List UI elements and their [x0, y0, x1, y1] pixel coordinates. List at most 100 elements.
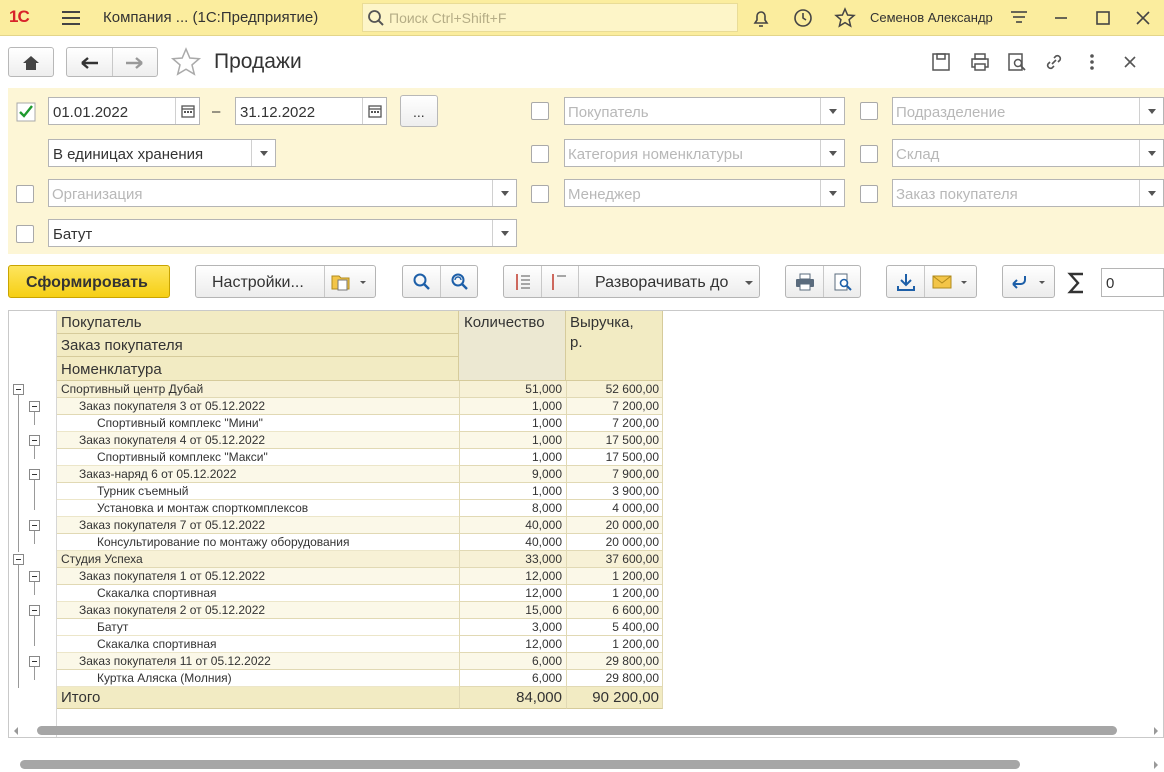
more-vertical-icon[interactable] — [1087, 51, 1097, 73]
table-row[interactable]: Спортивный комплекс "Мини" 1,000 7 200,00 — [57, 415, 663, 432]
scroll-left-icon[interactable] — [12, 726, 20, 736]
collapse-toggle-icon[interactable] — [29, 656, 40, 667]
calendar-icon[interactable] — [362, 98, 386, 124]
table-row[interactable]: Заказ покупателя 3 от 05.12.2022 1,000 7 2… — [57, 398, 663, 415]
dropdown-arrow-icon[interactable] — [1139, 180, 1163, 206]
print-report-icon[interactable] — [794, 272, 816, 292]
dropdown-arrow-icon[interactable] — [492, 220, 516, 246]
variants-folder-icon[interactable] — [330, 272, 370, 292]
chevron-down-icon[interactable] — [744, 280, 754, 286]
dropdown-arrow-icon[interactable] — [1139, 98, 1163, 124]
find-icon[interactable] — [412, 272, 432, 292]
table-row[interactable]: Скакалка спортивная 12,000 1 200,00 — [57, 636, 663, 653]
print-preview-icon[interactable] — [832, 272, 854, 292]
collapse-toggle-icon[interactable] — [29, 571, 40, 582]
table-row[interactable]: Заказ покупателя 1 от 05.12.2022 12,000 1 … — [57, 568, 663, 585]
favorite-star-icon[interactable] — [170, 47, 202, 77]
product-field[interactable]: Батут — [48, 219, 517, 247]
order-checkbox[interactable] — [860, 185, 878, 203]
action-button[interactable] — [1002, 265, 1055, 298]
table-row[interactable]: Заказ покупателя 11 от 05.12.2022 6,000 29… — [57, 653, 663, 670]
minimize-icon[interactable] — [1050, 7, 1072, 29]
star-icon[interactable] — [834, 7, 856, 29]
table-row[interactable]: Заказ покупателя 2 от 05.12.2022 15,000 6 … — [57, 602, 663, 619]
form-horizontal-scrollbar[interactable] — [20, 760, 1020, 769]
save-icon[interactable] — [930, 51, 952, 73]
table-row[interactable]: Заказ покупателя 4 от 05.12.2022 1,000 17 … — [57, 432, 663, 449]
date-to-field[interactable]: 31.12.2022 — [235, 97, 387, 125]
collapse-toggle-icon[interactable] — [29, 401, 40, 412]
expand-to-button[interactable]: Разворачивать до — [595, 274, 728, 292]
history-icon[interactable] — [792, 7, 814, 29]
user-name[interactable]: Семенов Александр — [870, 10, 993, 25]
report-horizontal-scrollbar[interactable] — [37, 726, 1117, 735]
period-choice-button[interactable]: ... — [400, 95, 438, 127]
bell-icon[interactable] — [750, 7, 772, 29]
collapse-groups-icon[interactable] — [513, 272, 533, 292]
table-row[interactable]: Спортивный центр Дубай 51,000 52 600,00 — [57, 381, 663, 398]
dropdown-arrow-icon[interactable] — [820, 180, 844, 206]
email-icon[interactable] — [931, 272, 975, 292]
back-icon[interactable] — [80, 56, 100, 70]
table-row[interactable]: Студия Успеха 33,000 37 600,00 — [57, 551, 663, 568]
table-row[interactable]: Куртка Аляска (Молния) 6,000 29 800,00 — [57, 670, 663, 687]
collapse-toggle-icon[interactable] — [29, 605, 40, 616]
dropdown-arrow-icon[interactable] — [1139, 140, 1163, 166]
generate-button[interactable]: Сформировать — [8, 265, 170, 298]
organization-checkbox[interactable] — [16, 185, 34, 203]
manager-checkbox[interactable] — [531, 185, 549, 203]
close-form-icon[interactable] — [1123, 55, 1137, 69]
collapse-toggle-icon[interactable] — [29, 469, 40, 480]
forward-icon[interactable] — [124, 56, 144, 70]
table-row[interactable]: Батут 3,000 5 400,00 — [57, 619, 663, 636]
link-icon[interactable] — [1043, 51, 1065, 73]
organization-field[interactable]: Организация — [48, 179, 517, 207]
sum-value-field[interactable]: 0 — [1101, 268, 1164, 297]
table-row[interactable]: Турник съемный 1,000 3 900,00 — [57, 483, 663, 500]
units-select[interactable]: В единицах хранения — [48, 139, 276, 167]
table-row[interactable]: Установка и монтаж спорткомплексов 8,000 4… — [57, 500, 663, 517]
division-checkbox[interactable] — [860, 102, 878, 120]
close-window-icon[interactable] — [1132, 7, 1154, 29]
global-search-input[interactable]: Поиск Ctrl+Shift+F — [362, 3, 738, 32]
calendar-icon[interactable] — [175, 98, 199, 124]
date-from-field[interactable]: 01.01.2022 — [48, 97, 200, 125]
dropdown-arrow-icon[interactable] — [820, 98, 844, 124]
dropdown-arrow-icon[interactable] — [820, 140, 844, 166]
collapse-toggle-icon[interactable] — [13, 384, 24, 395]
scroll-right-icon[interactable] — [1152, 726, 1160, 736]
maximize-icon[interactable] — [1092, 7, 1114, 29]
table-row[interactable]: Скакалка спортивная 12,000 1 200,00 — [57, 585, 663, 602]
app-logo[interactable]: 1С — [9, 7, 30, 27]
table-row[interactable]: Заказ-наряд 6 от 05.12.2022 9,000 7 900,00 — [57, 466, 663, 483]
collapse-toggle-icon[interactable] — [29, 435, 40, 446]
find-next-icon[interactable] — [450, 272, 470, 292]
product-checkbox[interactable] — [16, 225, 34, 243]
category-field[interactable]: Категория номенклатуры — [564, 139, 845, 167]
table-row[interactable]: Заказ покупателя 7 от 05.12.2022 40,000 20… — [57, 517, 663, 534]
order-field[interactable]: Заказ покупателя — [892, 179, 1164, 207]
buyer-checkbox[interactable] — [531, 102, 549, 120]
preview-icon[interactable] — [1006, 51, 1028, 73]
settings-lines-icon[interactable] — [1008, 7, 1030, 29]
dropdown-arrow-icon[interactable] — [492, 180, 516, 206]
manager-field[interactable]: Менеджер — [564, 179, 845, 207]
menu-icon[interactable] — [62, 11, 80, 25]
table-row[interactable]: Спортивный комплекс "Макси" 1,000 17 500,0… — [57, 449, 663, 466]
collapse-toggle-icon[interactable] — [13, 554, 24, 565]
dropdown-arrow-icon[interactable] — [251, 140, 275, 166]
collapse-toggle-icon[interactable] — [29, 520, 40, 531]
print-icon[interactable] — [969, 51, 991, 73]
division-field[interactable]: Подразделение — [892, 97, 1164, 125]
scroll-right-icon[interactable] — [1152, 760, 1160, 770]
expand-groups-icon[interactable] — [549, 272, 569, 292]
warehouse-checkbox[interactable] — [860, 145, 878, 163]
download-icon[interactable] — [895, 272, 917, 292]
table-row[interactable]: Консультирование по монтажу оборудования… — [57, 534, 663, 551]
home-button[interactable] — [8, 47, 54, 77]
period-checkbox[interactable] — [16, 102, 36, 122]
settings-button[interactable]: Настройки... — [212, 274, 304, 292]
buyer-field[interactable]: Покупатель — [564, 97, 845, 125]
warehouse-field[interactable]: Склад — [892, 139, 1164, 167]
sum-icon[interactable] — [1067, 271, 1087, 295]
